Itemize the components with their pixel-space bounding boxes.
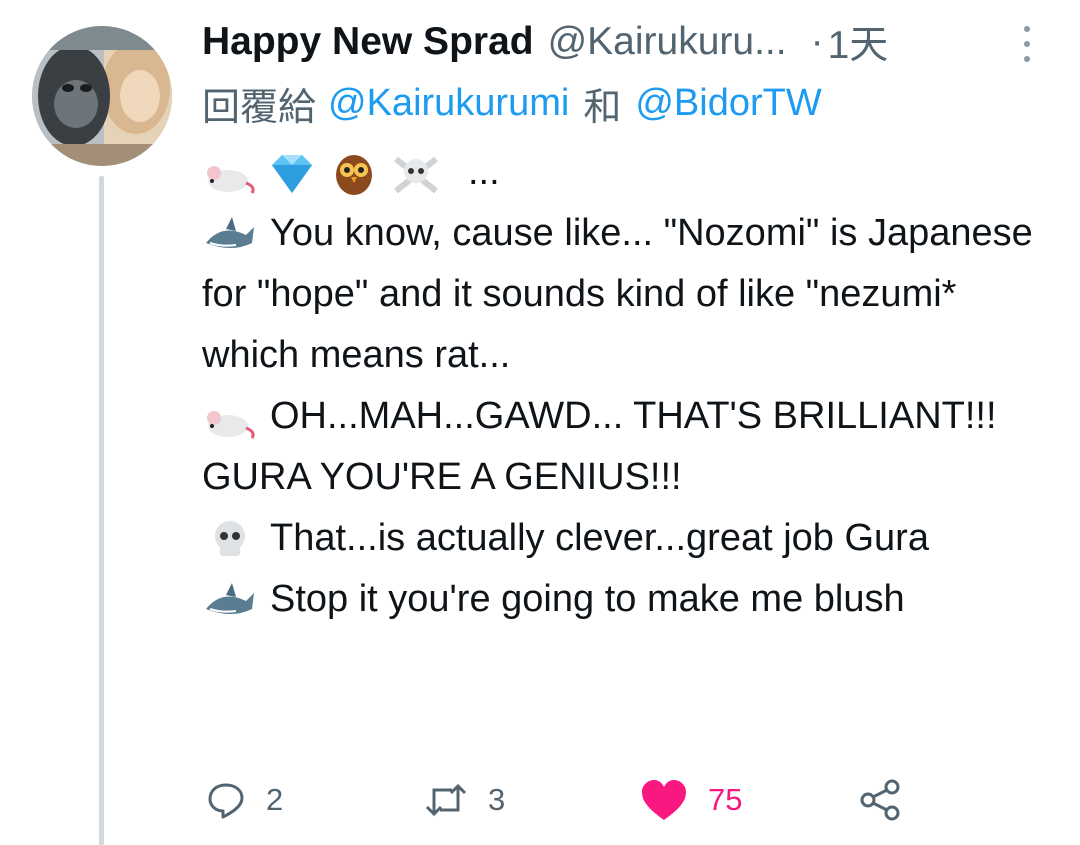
user-handle[interactable]: @Kairukuru... [548, 20, 787, 64]
tweet-body: ... You know, cause like... "Nozomi" is … [202, 142, 1062, 630]
skull-crossbones-emoji [394, 156, 438, 193]
owl-emoji [336, 154, 372, 195]
share-button[interactable] [858, 770, 902, 830]
dialogue-text: OH...MAH...GAWD... THAT'S BRILLIANT!!! G… [202, 395, 997, 498]
retweet-icon [425, 783, 467, 817]
reply-button[interactable]: 2 [206, 770, 283, 830]
timestamp[interactable]: 1天 [828, 14, 889, 70]
reply-context: 回覆給 @Kairukurumi 和 @BidorTW [202, 78, 822, 129]
mention-link[interactable]: @BidorTW [635, 82, 821, 125]
mouse-emoji [207, 410, 255, 439]
retweet-count: 3 [488, 782, 506, 817]
mouse-emoji [207, 165, 255, 194]
shark-emoji [206, 582, 254, 614]
dialogue-line: Stop it you're going to make me blush [202, 569, 1062, 630]
reply-prefix: 回覆給 [202, 86, 317, 129]
emoji-row: ... [202, 142, 1062, 203]
avatar-gorilla [32, 26, 172, 166]
like-count: 75 [708, 782, 743, 817]
skull-emoji [215, 520, 245, 556]
more-icon[interactable] [1018, 24, 1036, 64]
mention-link[interactable]: @Kairukurumi [328, 82, 569, 125]
dialogue-text: Stop it you're going to make me blush [270, 578, 905, 620]
reply-joiner: 和 [583, 86, 622, 129]
dialogue-text: You know, cause like... "Nozomi" is Japa… [202, 212, 1033, 376]
tweet-header: Happy New Sprad @Kairukuru... · 1天 [202, 14, 1052, 70]
reply-count: 2 [266, 782, 284, 817]
retweet-button[interactable]: 3 [424, 770, 505, 830]
reply-icon [208, 783, 244, 819]
like-button[interactable]: 75 [640, 770, 742, 830]
share-icon [860, 779, 900, 821]
action-bar: 2 3 75 [202, 770, 922, 830]
time-separator: · [810, 20, 824, 63]
display-name[interactable]: Happy New Sprad [202, 20, 534, 64]
dialogue-line: OH...MAH...GAWD... THAT'S BRILLIANT!!! G… [202, 386, 1062, 508]
thread-line [99, 176, 104, 845]
gem-emoji [272, 154, 312, 193]
heart-icon [642, 780, 686, 820]
avatar[interactable] [32, 26, 172, 166]
shark-emoji [206, 216, 254, 248]
dialogue-text: That...is actually clever...great job Gu… [270, 517, 929, 559]
dialogue-line: You know, cause like... "Nozomi" is Japa… [202, 203, 1062, 386]
intro-ellipsis: ... [468, 151, 500, 193]
dialogue-line: That...is actually clever...great job Gu… [202, 508, 1062, 569]
